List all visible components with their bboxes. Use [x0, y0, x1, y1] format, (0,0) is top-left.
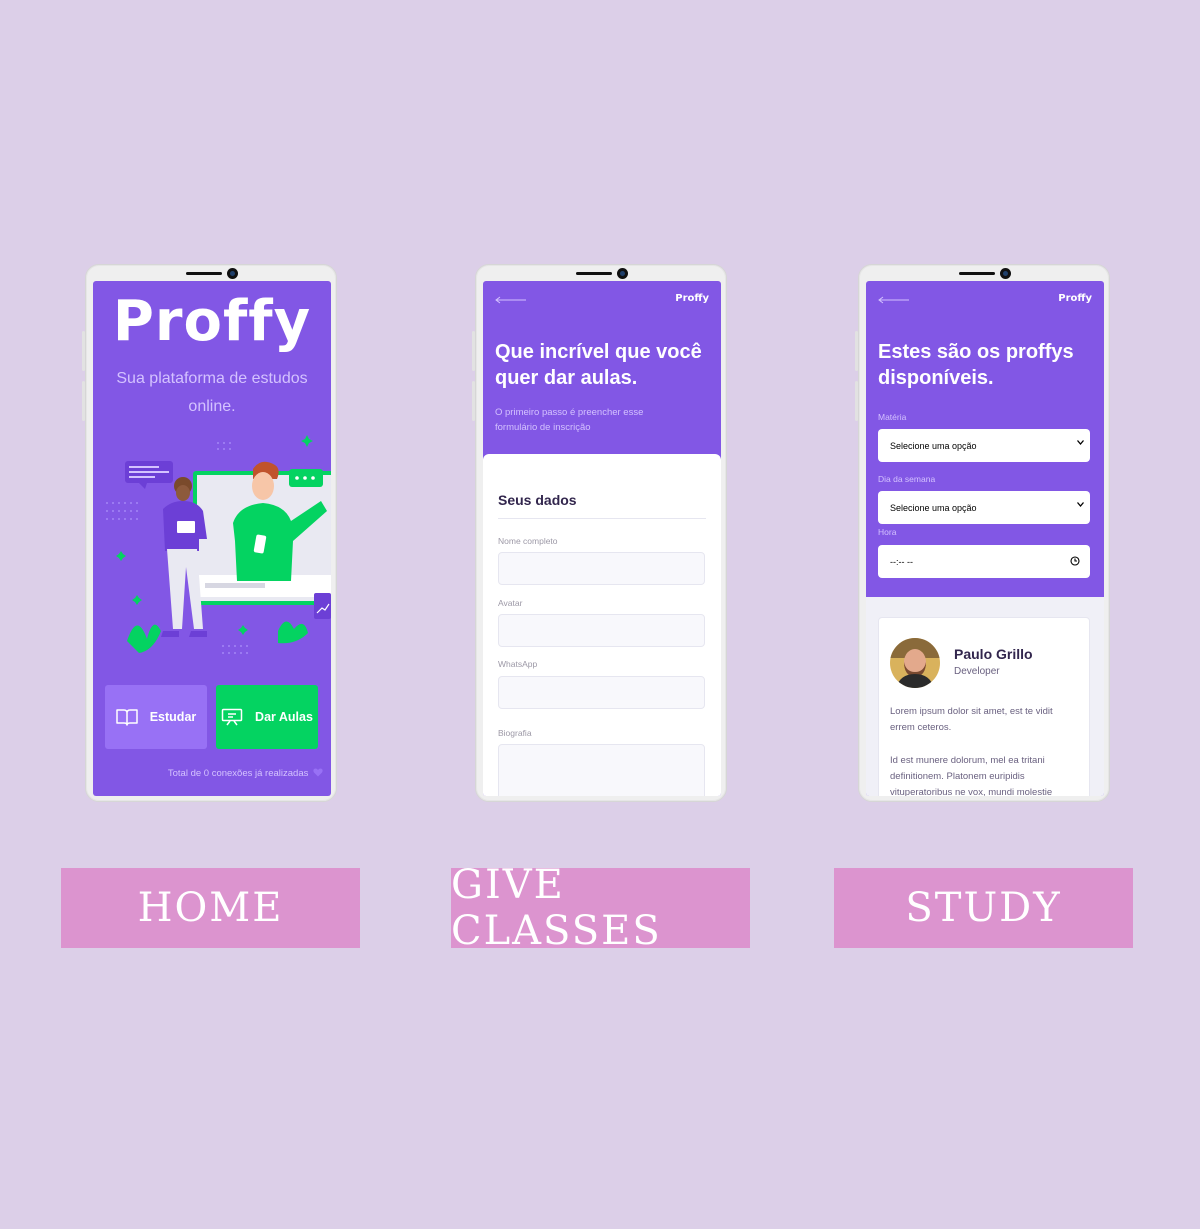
- phone-study: Proffy Estes são os proffys disponíveis.…: [855, 264, 1110, 802]
- teacher-bio: Lorem ipsum dolor sit amet, est te vidit…: [890, 706, 1053, 733]
- subject-select-value: Selecione uma opção: [890, 440, 977, 451]
- section-divider: [498, 518, 706, 519]
- phone-give-classes: Proffy Que incrível que você quer dar au…: [472, 264, 727, 802]
- back-arrow-icon[interactable]: [878, 296, 910, 304]
- give-classes-button-label: Dar Aulas: [255, 710, 313, 724]
- study-button-label: Estudar: [149, 710, 197, 724]
- subject-label: Matéria: [878, 412, 907, 422]
- phone-side-button: [855, 381, 858, 421]
- bio-label: Biografia: [498, 728, 532, 738]
- time-input[interactable]: --:-- --: [878, 545, 1090, 578]
- phone-side-button: [855, 331, 858, 371]
- phone-side-button: [82, 331, 85, 371]
- avatar-field[interactable]: [498, 614, 705, 647]
- page-subtitle: O primeiro passo é preencher esse formul…: [495, 407, 644, 433]
- phone-camera: [617, 268, 628, 279]
- header-logo: Proffy: [1058, 293, 1092, 304]
- phone-side-button: [82, 381, 85, 421]
- weekday-label: Dia da semana: [878, 474, 936, 484]
- teacher-name: Paulo Grillo: [954, 646, 1033, 662]
- clock-icon: [1070, 556, 1080, 566]
- study-topbar: Proffy: [866, 281, 1104, 317]
- page-title: Estes são os proffys disponíveis.: [878, 341, 1074, 389]
- phone-side-button: [472, 331, 475, 371]
- give-classes-topbar: Proffy: [483, 281, 721, 317]
- weekday-select-value: Selecione uma opção: [890, 502, 977, 513]
- chevron-down-icon: [1077, 440, 1084, 445]
- phone-speaker: [959, 272, 995, 275]
- time-input-value: --:-- --: [890, 556, 913, 567]
- caption-home: HOME: [61, 868, 360, 948]
- phone-camera: [1000, 268, 1011, 279]
- phone-side-button: [472, 381, 475, 421]
- phone-speaker: [186, 272, 222, 275]
- name-field[interactable]: [498, 552, 705, 585]
- name-label: Nome completo: [498, 536, 558, 546]
- registration-form: Seus dados Nome completo Avatar WhatsApp…: [483, 454, 721, 796]
- phone-camera: [227, 268, 238, 279]
- hero-illustration: [106, 435, 331, 654]
- chevron-down-icon: [1077, 502, 1084, 507]
- weekday-select[interactable]: Selecione uma opção: [878, 491, 1090, 524]
- back-arrow-icon[interactable]: [495, 296, 527, 304]
- bio-field[interactable]: [498, 744, 705, 796]
- avatar-label: Avatar: [498, 598, 523, 608]
- teacher-subject: Developer: [954, 666, 1000, 677]
- study-button[interactable]: Estudar: [105, 685, 207, 749]
- phone-home: Proffy Sua plataforma de estudos online.: [82, 264, 337, 802]
- total-connections: Total de 0 conexões já realizadas: [93, 768, 323, 779]
- header-logo: Proffy: [675, 293, 709, 304]
- page-title: Que incrível que você quer dar aulas.: [495, 341, 702, 389]
- teacher-card: Paulo Grillo Developer Lorem ipsum dolor…: [878, 617, 1090, 796]
- caption-give-classes: GIVE CLASSES: [451, 862, 750, 954]
- proffy-logo: Proffy: [112, 289, 312, 354]
- give-classes-screen: Proffy Que incrível que você quer dar au…: [483, 281, 721, 796]
- study-screen: Proffy Estes são os proffys disponíveis.…: [866, 281, 1104, 796]
- whatsapp-label: WhatsApp: [498, 659, 538, 669]
- teacher-bio: Id est munere dolorum, mel ea tritani de…: [890, 755, 1053, 796]
- total-connections-text: Total de 0 conexões já realizadas: [167, 768, 309, 779]
- home-tagline: Sua plataforma de estudos online.: [116, 370, 308, 415]
- caption-study: STUDY: [834, 868, 1133, 948]
- give-classes-button[interactable]: Dar Aulas: [216, 685, 318, 749]
- avatar: [890, 638, 940, 688]
- presentation-icon: [221, 708, 243, 726]
- phone-speaker: [576, 272, 612, 275]
- subject-select[interactable]: Selecione uma opção: [878, 429, 1090, 462]
- teacher-list: Paulo Grillo Developer Lorem ipsum dolor…: [866, 597, 1104, 796]
- whatsapp-field[interactable]: [498, 676, 705, 709]
- home-screen: Proffy Sua plataforma de estudos online.: [93, 281, 331, 796]
- section-title: Seus dados: [498, 492, 577, 508]
- time-label: Hora: [878, 527, 897, 537]
- heart-icon: [313, 768, 323, 777]
- book-open-icon: [115, 709, 138, 726]
